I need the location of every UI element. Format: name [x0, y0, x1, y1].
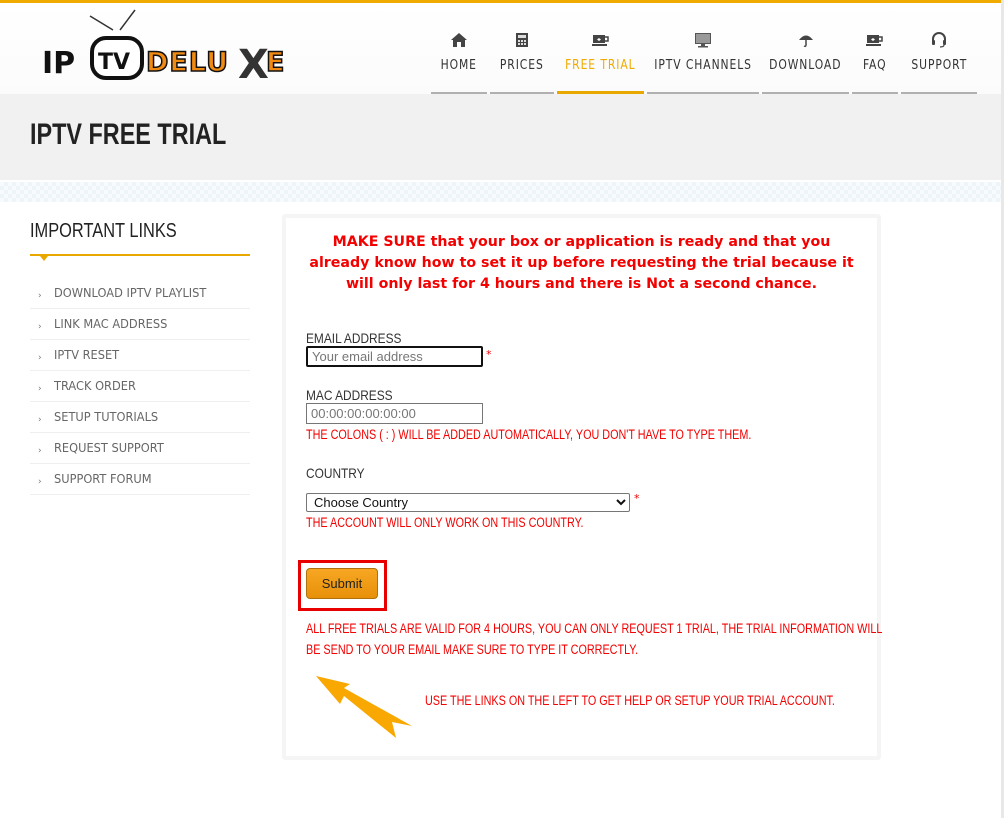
trial-validity-note-line2: BE SEND TO YOUR EMAIL MAKE SURE TO TYPE … — [306, 642, 639, 657]
nav-item-faq[interactable]: FAQ — [852, 3, 898, 94]
sidebar-title: IMPORTANT LINKS — [30, 220, 177, 242]
sidebar-link-iptv-reset[interactable]: › IPTV RESET — [30, 340, 250, 371]
chevron-right-icon: › — [38, 321, 42, 332]
site-header: IP TV DELU X E HOME PRICES FREE TRIAL IP… — [0, 3, 1004, 94]
required-marker: * — [486, 348, 492, 361]
sidebar-link-label: IPTV RESET — [54, 348, 120, 362]
logo-text-ip: IP — [42, 46, 75, 81]
sidebar: IMPORTANT LINKS › DOWNLOAD IPTV PLAYLIST… — [30, 218, 250, 495]
sidebar-link-request-support[interactable]: › REQUEST SUPPORT — [30, 433, 250, 464]
umbrella-icon — [798, 30, 814, 50]
headset-icon — [931, 30, 947, 50]
mac-address-help: THE COLONS ( : ) WILL BE ADDED AUTOMATIC… — [306, 427, 752, 442]
required-marker: * — [634, 492, 640, 505]
free-trial-panel: MAKE SURE that your box or application i… — [282, 214, 882, 760]
logo-text-delu: DELU — [146, 47, 229, 78]
page: IP TV DELU X E HOME PRICES FREE TRIAL IP… — [0, 0, 1004, 818]
chevron-right-icon: › — [38, 352, 42, 363]
chevron-right-icon: › — [38, 414, 42, 425]
mac-address-label: MAC ADDRESS — [306, 387, 393, 403]
sidebar-title-underline — [30, 254, 250, 261]
chevron-right-icon: › — [38, 290, 42, 301]
logo-text-e: E — [266, 47, 284, 78]
sidebar-link-link-mac-address[interactable]: › LINK MAC ADDRESS — [30, 309, 250, 340]
nav-item-support[interactable]: SUPPORT — [901, 3, 977, 94]
mac-address-field[interactable] — [306, 403, 483, 424]
nav-item-iptv-channels[interactable]: IPTV CHANNELS — [647, 3, 759, 94]
nav-label: HOME — [440, 58, 478, 73]
sidebar-link-label: REQUEST SUPPORT — [54, 441, 164, 455]
trial-warning-notice: MAKE SURE that your box or application i… — [309, 234, 854, 292]
country-select[interactable]: Choose Country — [306, 493, 630, 512]
nav-label: SUPPORT — [911, 58, 967, 73]
free-trial-form: EMAIL ADDRESS * MAC ADDRESS THE COLONS (… — [306, 330, 866, 545]
home-icon — [450, 30, 468, 50]
sidebar-link-track-order[interactable]: › TRACK ORDER — [30, 371, 250, 402]
trial-validity-note: ALL FREE TRIALS ARE VALID FOR 4 HOURS, Y… — [306, 618, 882, 660]
sidebar-link-label: DOWNLOAD IPTV PLAYLIST — [54, 286, 207, 300]
banner-scallop-edge — [0, 172, 1004, 182]
sidebar-link-setup-tutorials[interactable]: › SETUP TUTORIALS — [30, 402, 250, 433]
nav-label: FREE TRIAL — [565, 58, 636, 73]
email-field[interactable] — [306, 346, 483, 367]
monitor-icon — [694, 30, 712, 50]
page-title: IPTV FREE TRIAL — [30, 118, 227, 151]
nav-item-home[interactable]: HOME — [431, 3, 487, 94]
sidebar-links-hint: USE THE LINKS ON THE LEFT TO GET HELP OR… — [425, 693, 835, 708]
nav-label: IPTV CHANNELS — [654, 58, 752, 73]
submit-button[interactable]: Submit — [306, 568, 378, 599]
nav-label: PRICES — [500, 58, 544, 73]
nav-label: DOWNLOAD — [769, 58, 842, 73]
trial-validity-note-line1: ALL FREE TRIALS ARE VALID FOR 4 HOURS, Y… — [306, 621, 883, 636]
sidebar-link-label: SUPPORT FORUM — [54, 472, 152, 486]
country-help: THE ACCOUNT WILL ONLY WORK ON THIS COUNT… — [306, 515, 584, 530]
calculator-icon — [515, 30, 529, 50]
nav-item-prices[interactable]: PRICES — [490, 3, 554, 94]
sidebar-link-label: SETUP TUTORIALS — [54, 410, 159, 424]
sidebar-link-support-forum[interactable]: › SUPPORT FORUM — [30, 464, 250, 495]
arrow-pointing-left-icon — [316, 676, 412, 738]
chevron-right-icon: › — [38, 445, 42, 456]
logo-text-x: X — [238, 42, 269, 86]
email-label: EMAIL ADDRESS — [306, 330, 402, 346]
nav-label: FAQ — [863, 58, 887, 73]
banner-pattern-strip — [0, 182, 1004, 202]
sidebar-link-label: TRACK ORDER — [54, 379, 136, 393]
chevron-right-icon: › — [38, 383, 42, 394]
logo-text-tv: TV — [98, 50, 130, 75]
coffee-cup-icon — [866, 30, 884, 50]
sidebar-link-label: LINK MAC ADDRESS — [54, 317, 168, 331]
site-logo[interactable]: IP TV DELU X E — [40, 8, 320, 86]
nav-item-free-trial[interactable]: FREE TRIAL — [557, 3, 644, 94]
main-nav: HOME PRICES FREE TRIAL IPTV CHANNELS DOW… — [431, 3, 980, 94]
nav-item-download[interactable]: DOWNLOAD — [762, 3, 849, 94]
sidebar-link-download-iptv-playlist[interactable]: › DOWNLOAD IPTV PLAYLIST — [30, 278, 250, 309]
chevron-right-icon: › — [38, 476, 42, 487]
country-label: COUNTRY — [306, 465, 365, 481]
coffee-cup-icon — [591, 30, 610, 50]
